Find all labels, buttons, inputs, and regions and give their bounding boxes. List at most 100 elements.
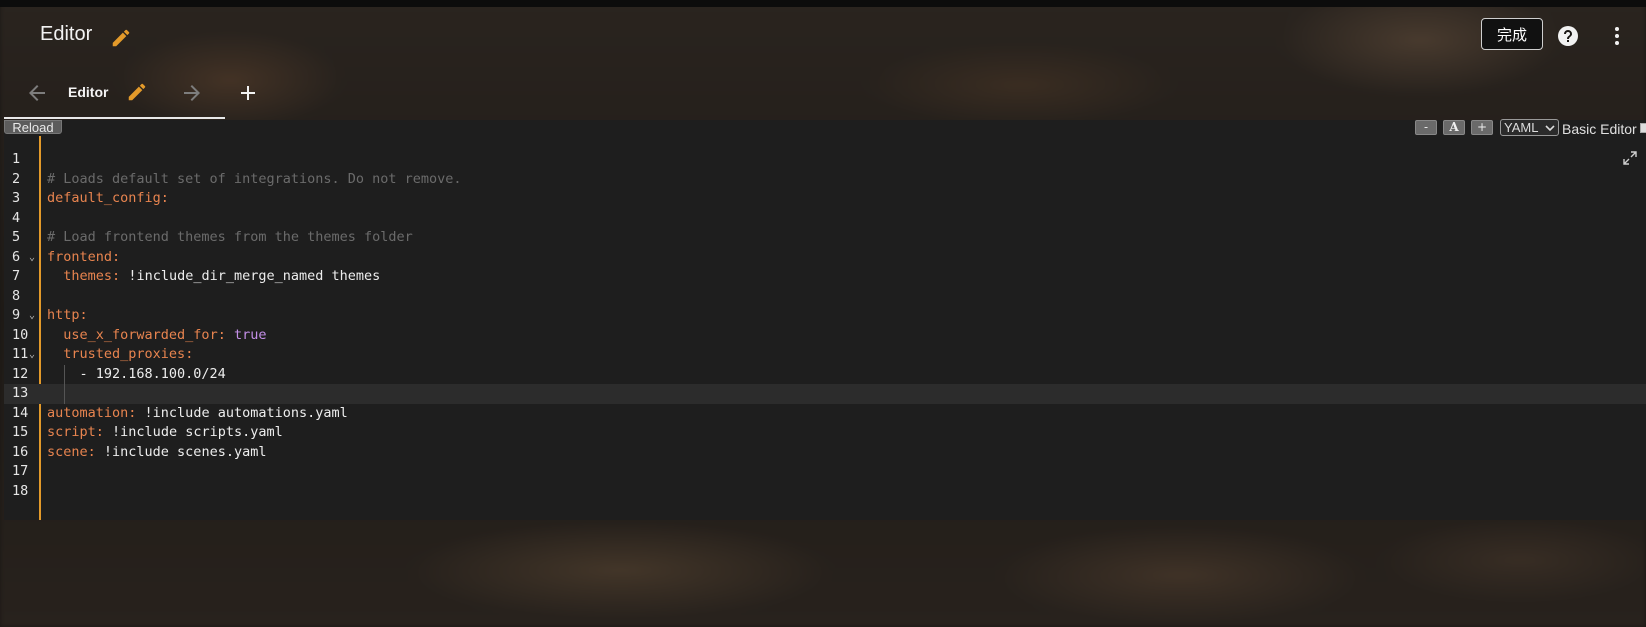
- code-token: # Loads default set of integrations. Do …: [47, 170, 462, 187]
- line-content: use_x_forwarded_for: true: [47, 326, 266, 346]
- page-title: Editor: [40, 23, 93, 45]
- code-token: :: [87, 443, 104, 460]
- code-line[interactable]: 2 # Loads default set of integrations. Do…: [4, 170, 1646, 190]
- code-token: :: [79, 307, 88, 323]
- line-content: automation: !include automations.yaml: [47, 404, 348, 424]
- code-line[interactable]: 15 script: !include scripts.yaml: [4, 423, 1646, 443]
- code-token: !include scenes.yaml: [103, 443, 267, 460]
- line-content: http:: [47, 306, 88, 326]
- line-number: 7: [12, 268, 21, 284]
- code-token: :: [112, 248, 121, 265]
- code-line[interactable]: 3 default_config:: [4, 189, 1646, 209]
- code-line[interactable]: 18: [4, 482, 1646, 502]
- code-token: :: [95, 424, 113, 440]
- line-number: 1: [12, 151, 21, 167]
- line-content: default_config:: [47, 189, 169, 209]
- code-line[interactable]: 9 ⌄ http:: [4, 306, 1646, 326]
- code-token: :: [128, 404, 145, 421]
- tab-bar: Editor: [0, 65, 1646, 120]
- code-line[interactable]: 1: [4, 150, 1646, 170]
- line-number: 17: [12, 463, 29, 479]
- tab-editor[interactable]: Editor: [68, 84, 108, 100]
- code-token: - 192.168.100.0/24: [47, 365, 226, 382]
- indent-guide: [64, 384, 65, 404]
- plus-icon[interactable]: [236, 81, 260, 105]
- reload-button[interactable]: Reload: [4, 120, 62, 134]
- arrow-back-icon[interactable]: [25, 81, 49, 105]
- code-line[interactable]: 4: [4, 209, 1646, 229]
- code-token: !include scripts.yaml: [112, 424, 283, 440]
- language-select-value: YAML: [1504, 120, 1539, 135]
- code-token: themes: [63, 268, 113, 284]
- code-token: default_config: [47, 190, 161, 206]
- code-token: script: [47, 424, 96, 440]
- chevron-down-icon: [1545, 125, 1555, 132]
- code-line[interactable]: 6 ⌄ frontend:: [4, 248, 1646, 268]
- line-content: themes: !include_dir_merge_named themes: [47, 267, 380, 287]
- line-number: 2: [12, 170, 21, 187]
- code-line[interactable]: 8: [4, 287, 1646, 307]
- pencil-icon[interactable]: [110, 27, 132, 49]
- code-token: frontend: [47, 248, 113, 265]
- code-token: :: [160, 190, 169, 206]
- fold-chevron-icon[interactable]: ⌄: [29, 306, 35, 326]
- language-select[interactable]: YAML: [1500, 119, 1559, 136]
- line-number: 4: [12, 209, 21, 226]
- line-content: trusted_proxies:: [47, 345, 193, 365]
- line-content: scene: !include scenes.yaml: [47, 443, 266, 463]
- code-line[interactable]: 17: [4, 462, 1646, 482]
- help-icon[interactable]: [1556, 24, 1580, 48]
- more-vert-icon[interactable]: [1605, 24, 1629, 48]
- line-number: 10: [12, 326, 29, 343]
- code-token: true: [233, 326, 267, 343]
- fold-chevron-icon[interactable]: ⌄: [29, 248, 35, 268]
- line-number: 12: [12, 365, 29, 382]
- code-line[interactable]: 5 # Load frontend themes from the themes …: [4, 228, 1646, 248]
- code-token: scene: [47, 443, 88, 460]
- active-tab-indicator: [4, 117, 225, 119]
- code-line[interactable]: 13: [4, 384, 1646, 404]
- code-token: :: [217, 326, 234, 343]
- line-content: script: !include scripts.yaml: [47, 423, 283, 443]
- code-token: :: [185, 346, 194, 362]
- code-token: use_x_forwarded_for: [63, 326, 218, 343]
- font-decrease-button[interactable]: -: [1415, 120, 1437, 135]
- code-token: !include automations.yaml: [144, 404, 348, 421]
- code-line[interactable]: 7 themes: !include_dir_merge_named theme…: [4, 267, 1646, 287]
- line-number: 3: [12, 190, 21, 206]
- line-number: 14: [12, 404, 29, 421]
- font-reset-button[interactable]: A: [1443, 120, 1465, 135]
- line-number: 15: [12, 424, 29, 440]
- line-content: # Loads default set of integrations. Do …: [47, 170, 462, 190]
- fold-chevron-icon[interactable]: ⌄: [29, 345, 35, 365]
- code-line[interactable]: 11 ⌄ trusted_proxies:: [4, 345, 1646, 365]
- app-bar: Editor 完成: [0, 7, 1646, 65]
- line-number: 13: [12, 385, 29, 401]
- basic-editor-checkbox[interactable]: [1640, 123, 1646, 133]
- code-line[interactable]: 12 - 192.168.100.0/24: [4, 364, 1646, 385]
- top-strip: [0, 0, 1646, 7]
- pencil-icon[interactable]: [126, 81, 148, 103]
- code-editor-panel: Reload - A + YAML Basic Editor 1 2 # Loads…: [4, 119, 1646, 520]
- code-token: http: [47, 307, 80, 323]
- line-content: # Load frontend themes from the themes f…: [47, 228, 413, 248]
- code-line[interactable]: 10 use_x_forwarded_for: true: [4, 326, 1646, 346]
- font-increase-button[interactable]: +: [1471, 120, 1493, 135]
- line-content: frontend:: [47, 248, 120, 268]
- code-token: # Load frontend themes from the themes f…: [47, 229, 413, 245]
- code-token: trusted_proxies: [63, 346, 186, 362]
- basic-editor-label: Basic Editor: [1562, 121, 1637, 137]
- done-button[interactable]: 完成: [1481, 18, 1543, 50]
- arrow-forward-icon[interactable]: [180, 81, 204, 105]
- line-number: 16: [12, 443, 29, 460]
- code-area[interactable]: 1 2 # Loads default set of integrations. D…: [4, 150, 1646, 501]
- code-line[interactable]: 16 scene: !include scenes.yaml: [4, 443, 1646, 463]
- code-line[interactable]: 14 automation: !include automations.yaml: [4, 404, 1646, 424]
- line-number: 5: [12, 229, 21, 245]
- line-number: 8: [12, 287, 21, 304]
- line-content: - 192.168.100.0/24: [47, 365, 226, 385]
- code-token: automation: [47, 404, 129, 421]
